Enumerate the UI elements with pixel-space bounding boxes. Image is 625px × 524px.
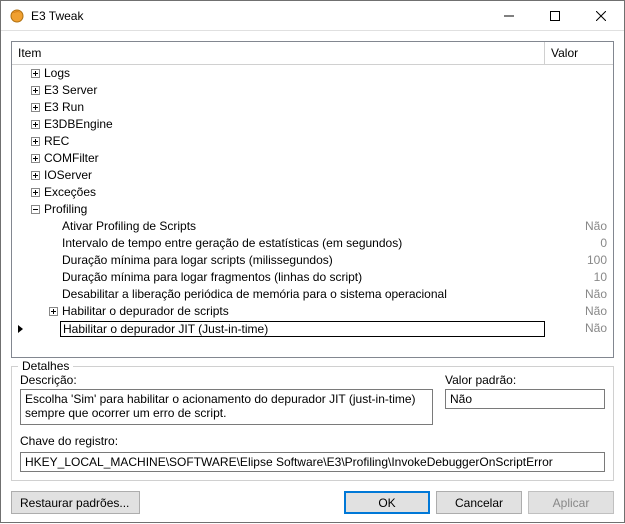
row-label: Habilitar o depurador JIT (Just-in-time): [61, 322, 544, 336]
tree-leaf[interactable]: Desabilitar a liberação periódica de mem…: [12, 286, 613, 303]
row-label: REC: [42, 133, 545, 150]
tree-node[interactable]: E3DBEngine: [12, 116, 613, 133]
row-label: E3 Server: [42, 82, 545, 99]
tree-header: Item Valor: [12, 42, 613, 65]
tree-node-profiling[interactable]: Profiling: [12, 201, 613, 218]
maximize-button[interactable]: [532, 1, 578, 31]
tree-node[interactable]: REC: [12, 133, 613, 150]
tree-node[interactable]: Habilitar o depurador de scriptsNão: [12, 303, 613, 320]
dialog-buttons: Restaurar padrões... OK Cancelar Aplicar: [1, 481, 624, 524]
row-value: 10: [545, 269, 613, 286]
column-header-value[interactable]: Valor: [545, 42, 613, 64]
row-label: Intervalo de tempo entre geração de esta…: [60, 235, 545, 252]
tree-leaf-selected[interactable]: Habilitar o depurador JIT (Just-in-time)…: [12, 320, 613, 337]
row-label: COMFilter: [42, 150, 545, 167]
row-value: Não: [545, 303, 613, 320]
row-label: Logs: [42, 65, 545, 82]
window-title: E3 Tweak: [31, 9, 486, 23]
row-label: Profiling: [42, 201, 545, 218]
row-selector-icon: [18, 325, 23, 333]
description-field[interactable]: [20, 389, 433, 425]
row-value: Não: [545, 320, 613, 337]
minimize-button[interactable]: [486, 1, 532, 31]
details-group: Detalhes Descrição: Valor padrão: Chave …: [11, 366, 614, 481]
titlebar: E3 Tweak: [1, 1, 624, 31]
expand-icon[interactable]: [31, 137, 40, 146]
cancel-button[interactable]: Cancelar: [436, 491, 522, 514]
row-label: Exceções: [42, 184, 545, 201]
tree-node[interactable]: Logs: [12, 65, 613, 82]
restore-defaults-button[interactable]: Restaurar padrões...: [11, 491, 140, 514]
expand-icon[interactable]: [31, 188, 40, 197]
default-value-field[interactable]: [445, 389, 605, 409]
default-value-label: Valor padrão:: [445, 373, 605, 387]
column-header-item[interactable]: Item: [12, 42, 545, 64]
tree-node[interactable]: E3 Server: [12, 82, 613, 99]
settings-tree[interactable]: Item Valor LogsE3 ServerE3 RunE3DBEngine…: [11, 41, 614, 358]
tree-leaf[interactable]: Duração mínima para logar fragmentos (li…: [12, 269, 613, 286]
expand-icon[interactable]: [31, 69, 40, 78]
app-icon: [9, 8, 25, 24]
tree-node[interactable]: E3 Run: [12, 99, 613, 116]
row-label: E3 Run: [42, 99, 545, 116]
expand-icon[interactable]: [31, 103, 40, 112]
apply-button: Aplicar: [528, 491, 614, 514]
row-value: Não: [545, 286, 613, 303]
collapse-icon[interactable]: [31, 205, 40, 214]
expand-icon[interactable]: [31, 154, 40, 163]
row-label: Desabilitar a liberação periódica de mem…: [60, 286, 545, 303]
row-label: E3DBEngine: [42, 116, 545, 133]
tree-node[interactable]: IOServer: [12, 167, 613, 184]
row-value: 100: [545, 252, 613, 269]
description-label: Descrição:: [20, 373, 433, 387]
row-label: Habilitar o depurador de scripts: [60, 303, 545, 320]
ok-button[interactable]: OK: [344, 491, 430, 514]
close-button[interactable]: [578, 1, 624, 31]
details-group-label: Detalhes: [18, 359, 73, 373]
row-value: 0: [545, 235, 613, 252]
tree-leaf[interactable]: Intervalo de tempo entre geração de esta…: [12, 235, 613, 252]
registry-key-label: Chave do registro:: [20, 434, 605, 448]
registry-key-field[interactable]: [20, 452, 605, 472]
tree-node[interactable]: COMFilter: [12, 150, 613, 167]
row-label: Ativar Profiling de Scripts: [60, 218, 545, 235]
expand-icon[interactable]: [49, 307, 58, 316]
expand-icon[interactable]: [31, 171, 40, 180]
row-label: Duração mínima para logar fragmentos (li…: [60, 269, 545, 286]
tree-node[interactable]: Exceções: [12, 184, 613, 201]
row-label: Duração mínima para logar scripts (milis…: [60, 252, 545, 269]
expand-icon[interactable]: [31, 86, 40, 95]
row-label: IOServer: [42, 167, 545, 184]
row-value: Não: [545, 218, 613, 235]
expand-icon[interactable]: [31, 120, 40, 129]
tree-leaf[interactable]: Ativar Profiling de ScriptsNão: [12, 218, 613, 235]
tree-leaf[interactable]: Duração mínima para logar scripts (milis…: [12, 252, 613, 269]
